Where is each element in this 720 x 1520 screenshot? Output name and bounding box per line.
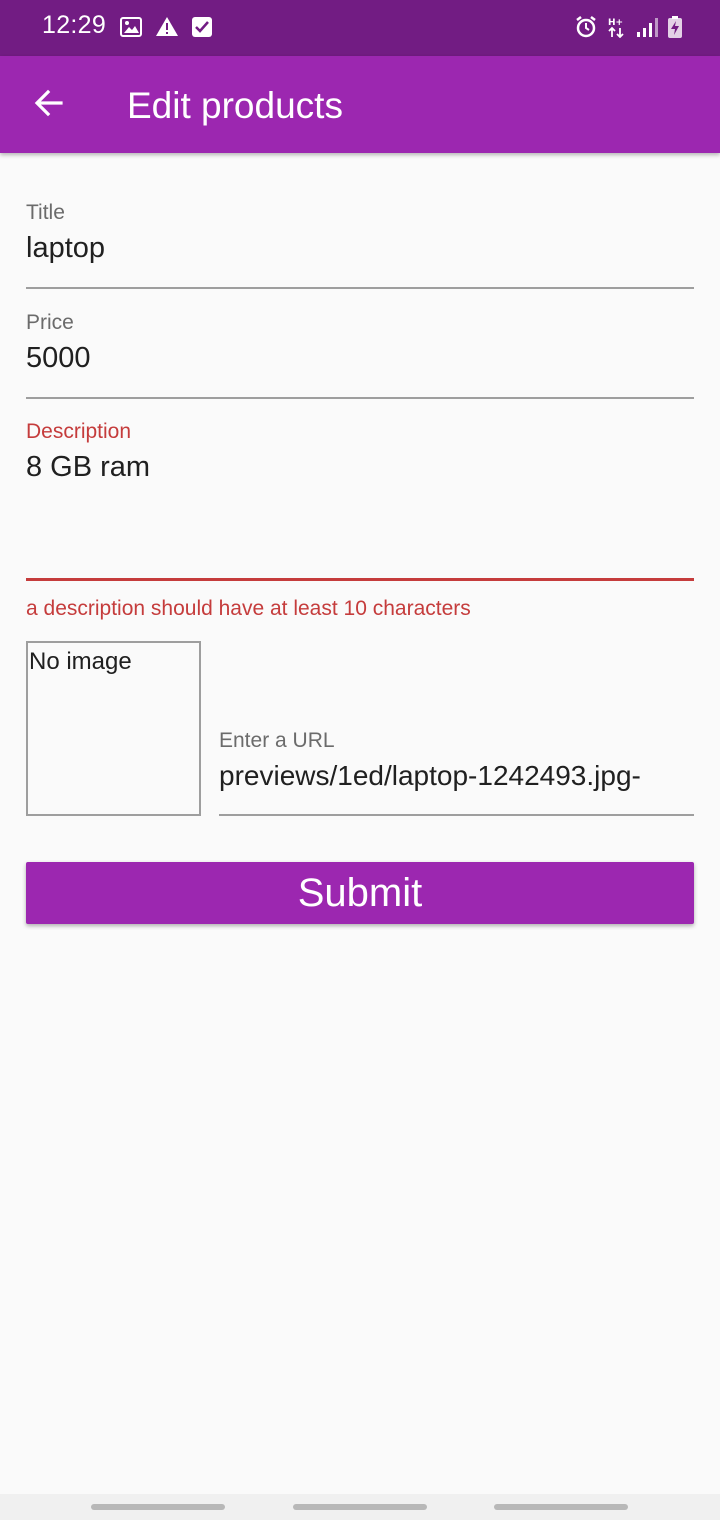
warning-icon: [155, 16, 179, 42]
app-bar: Edit products: [0, 56, 720, 153]
status-notification-icons: [120, 16, 212, 42]
price-field-value[interactable]: 5000: [26, 340, 694, 376]
submit-button[interactable]: Submit: [26, 862, 694, 924]
description-field-value[interactable]: 8 GB ram: [26, 449, 694, 485]
title-field-label: Title: [26, 201, 65, 224]
description-field[interactable]: Description 8 GB ram: [26, 419, 694, 583]
description-field-label: Description: [26, 420, 132, 443]
image-icon: [120, 16, 142, 42]
description-field-underline: [26, 578, 694, 581]
arrow-back-icon: [33, 87, 65, 124]
status-time: 12:29: [42, 11, 107, 39]
svg-text:H+: H+: [608, 18, 623, 28]
price-field[interactable]: Price 5000: [26, 310, 694, 400]
signal-icon: [636, 17, 658, 42]
checkbox-icon: [192, 16, 212, 42]
description-error-text: a description should have at least 10 ch…: [26, 597, 471, 620]
network-type-icon: H+: [608, 16, 626, 43]
image-preview: No image: [26, 641, 201, 816]
price-field-label: Price: [26, 311, 74, 334]
price-field-underline: [26, 397, 694, 399]
title-field-underline: [26, 287, 694, 289]
image-preview-text: No image: [29, 648, 132, 675]
status-system-icons: H+: [574, 15, 682, 44]
gesture-nav-bar: [0, 1494, 720, 1520]
status-bar: 12:29 H+: [0, 0, 720, 56]
title-field-value[interactable]: laptop: [26, 230, 694, 266]
image-url-field-underline: [219, 814, 694, 816]
page-title: Edit products: [127, 85, 343, 126]
image-url-field-label: Enter a URL: [219, 729, 335, 752]
nav-handle-left[interactable]: [91, 1504, 225, 1510]
nav-handle-center[interactable]: [293, 1504, 427, 1510]
title-field[interactable]: Title laptop: [26, 200, 694, 290]
battery-charging-icon: [668, 16, 682, 43]
alarm-icon: [574, 15, 598, 44]
nav-handle-right[interactable]: [494, 1504, 628, 1510]
back-button[interactable]: [26, 82, 72, 128]
image-url-field[interactable]: Enter a URL -previews/1ed/laptop-1242493…: [219, 728, 694, 818]
image-url-field-value[interactable]: -previews/1ed/laptop-1242493.jpg: [219, 758, 694, 794]
